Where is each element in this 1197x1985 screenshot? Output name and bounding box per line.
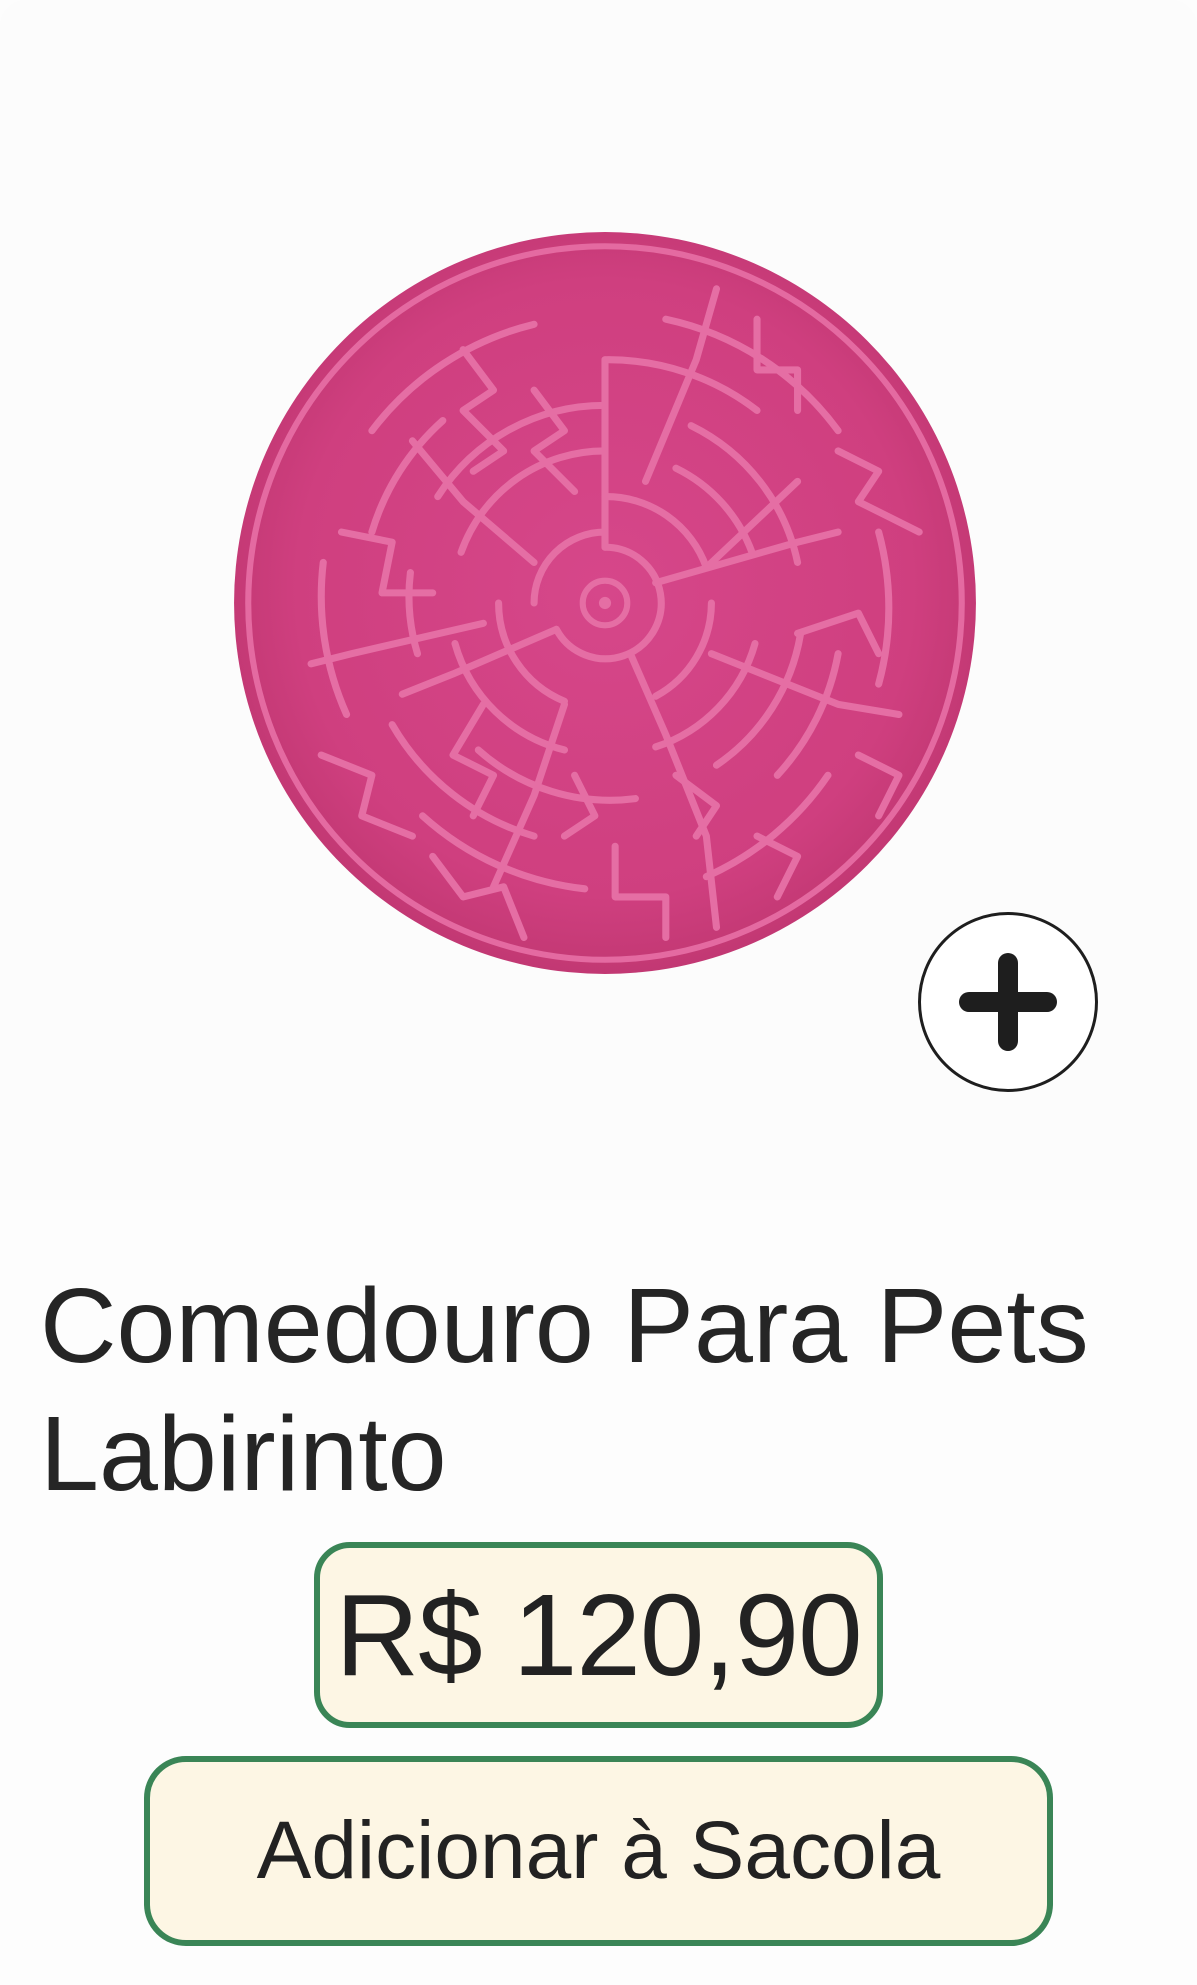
zoom-button[interactable] (918, 912, 1098, 1092)
product-image-area (0, 0, 1197, 1200)
product-title: Comedouro Para Pets Labirinto (40, 1267, 1089, 1513)
product-card: Comedouro Para Pets Labirinto R$ 120,90 … (0, 0, 1197, 1985)
plus-circle-icon (959, 953, 1057, 1051)
maze-lick-mat-image[interactable] (230, 228, 980, 978)
add-to-bag-label: Adicionar à Sacola (256, 1805, 941, 1896)
product-price: R$ 120,90 (335, 1570, 862, 1700)
add-to-bag-button[interactable]: Adicionar à Sacola (144, 1756, 1053, 1946)
price-badge: R$ 120,90 (314, 1542, 883, 1728)
